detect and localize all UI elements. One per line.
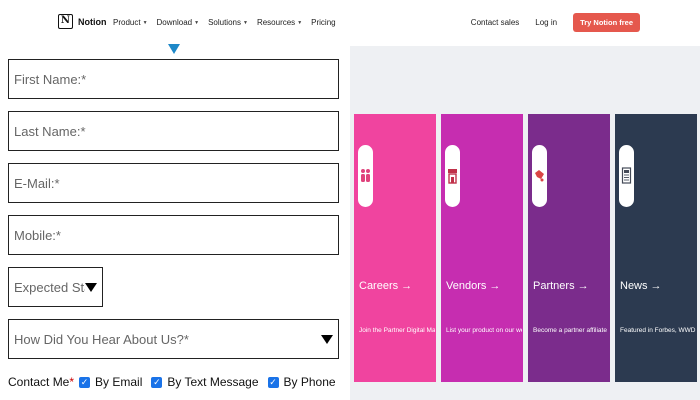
referral-source-select-value: How Did You Hear About Us?* [14, 331, 189, 347]
store-icon [448, 169, 457, 184]
contact-by-text-option[interactable]: ✓ By Text Message [151, 375, 259, 389]
checkbox-label: By Email [95, 375, 143, 389]
start-date-select-value: Expected Start Y [14, 279, 85, 295]
contact-by-email-option[interactable]: ✓ By Email [79, 375, 142, 389]
menu-item-resources[interactable]: Resources ▼ [257, 18, 302, 27]
chevron-down-icon: ▼ [194, 19, 200, 26]
menu-item-solutions[interactable]: Solutions ▼ [208, 18, 248, 27]
newspaper-icon [621, 167, 632, 184]
first-name-input[interactable] [8, 59, 339, 99]
referral-source-select[interactable]: How Did You Hear About Us?* [8, 319, 339, 359]
menu-item-download[interactable]: Download ▼ [157, 18, 200, 27]
partners-card[interactable]: Partners → Become a partner affiliate [528, 114, 610, 382]
required-asterisk: * [69, 375, 75, 389]
start-date-select[interactable]: Expected Start Y [8, 267, 103, 307]
menu-item-product[interactable]: Product ▼ [113, 18, 148, 27]
icon-badge [445, 145, 460, 207]
menu-item-pricing[interactable]: Pricing [311, 18, 335, 27]
vendors-card[interactable]: Vendors → List your product on our websi… [441, 114, 523, 382]
chevron-down-icon: ▼ [142, 19, 148, 26]
card-title: Partners → [533, 280, 589, 292]
dropdown-arrow-icon [321, 334, 333, 344]
position-marker-icon [168, 44, 180, 54]
top-nav: N Notion Product ▼ Download ▼ Solutions ▼ R… [0, 0, 700, 46]
notion-logo[interactable]: N Notion [58, 14, 107, 29]
icon-badge [358, 145, 373, 207]
contact-me-label: Contact Me [8, 375, 70, 389]
contact-by-phone-option[interactable]: ✓ By Phone [267, 375, 336, 389]
icon-badge [619, 145, 634, 207]
try-notion-free-button[interactable]: Try Notion free [573, 13, 640, 32]
careers-card[interactable]: Careers → Join the Partner Digital Marke… [354, 114, 436, 382]
people-icon [361, 169, 370, 182]
dropdown-arrow-icon [85, 282, 97, 292]
handshake-icon [535, 170, 544, 182]
checkbox-checked-icon[interactable]: ✓ [79, 376, 91, 388]
card-title: Careers → [359, 280, 413, 292]
checkbox-label: By Text Message [167, 375, 259, 389]
card-description: Join the Partner Digital Marketing team … [359, 327, 435, 334]
nav-actions: Contact sales Log in Try Notion free [471, 13, 640, 32]
brand-name: Notion [78, 16, 107, 27]
icon-badge [532, 145, 547, 207]
chevron-down-icon: ▼ [242, 19, 248, 26]
chevron-down-icon: ▼ [297, 19, 303, 26]
card-description: Featured in Forbes, WWD, MSN, and more [620, 327, 696, 334]
main-menu: Product ▼ Download ▼ Solutions ▼ Resources ▼… [113, 18, 336, 27]
card-description: Become a partner affiliate [533, 327, 607, 334]
checkbox-label: By Phone [283, 375, 336, 389]
last-name-input[interactable] [8, 111, 339, 151]
contact-preferences: Contact Me * ✓ By Email ✓ By Text Messag… [8, 375, 345, 389]
email-input[interactable] [8, 163, 339, 203]
card-description: List your product on our website [446, 327, 522, 334]
contact-sales-link[interactable]: Contact sales [471, 18, 519, 27]
card-title: Vendors → [446, 280, 501, 292]
mobile-input[interactable] [8, 215, 339, 255]
promo-panel: Careers → Join the Partner Digital Marke… [350, 46, 700, 400]
card-title: News → [620, 280, 662, 292]
notion-logo-icon: N [58, 14, 73, 29]
checkbox-checked-icon[interactable]: ✓ [151, 376, 163, 388]
news-card[interactable]: News → Featured in Forbes, WWD, MSN, and… [615, 114, 697, 382]
login-link[interactable]: Log in [535, 18, 557, 27]
checkbox-checked-icon[interactable]: ✓ [267, 376, 279, 388]
